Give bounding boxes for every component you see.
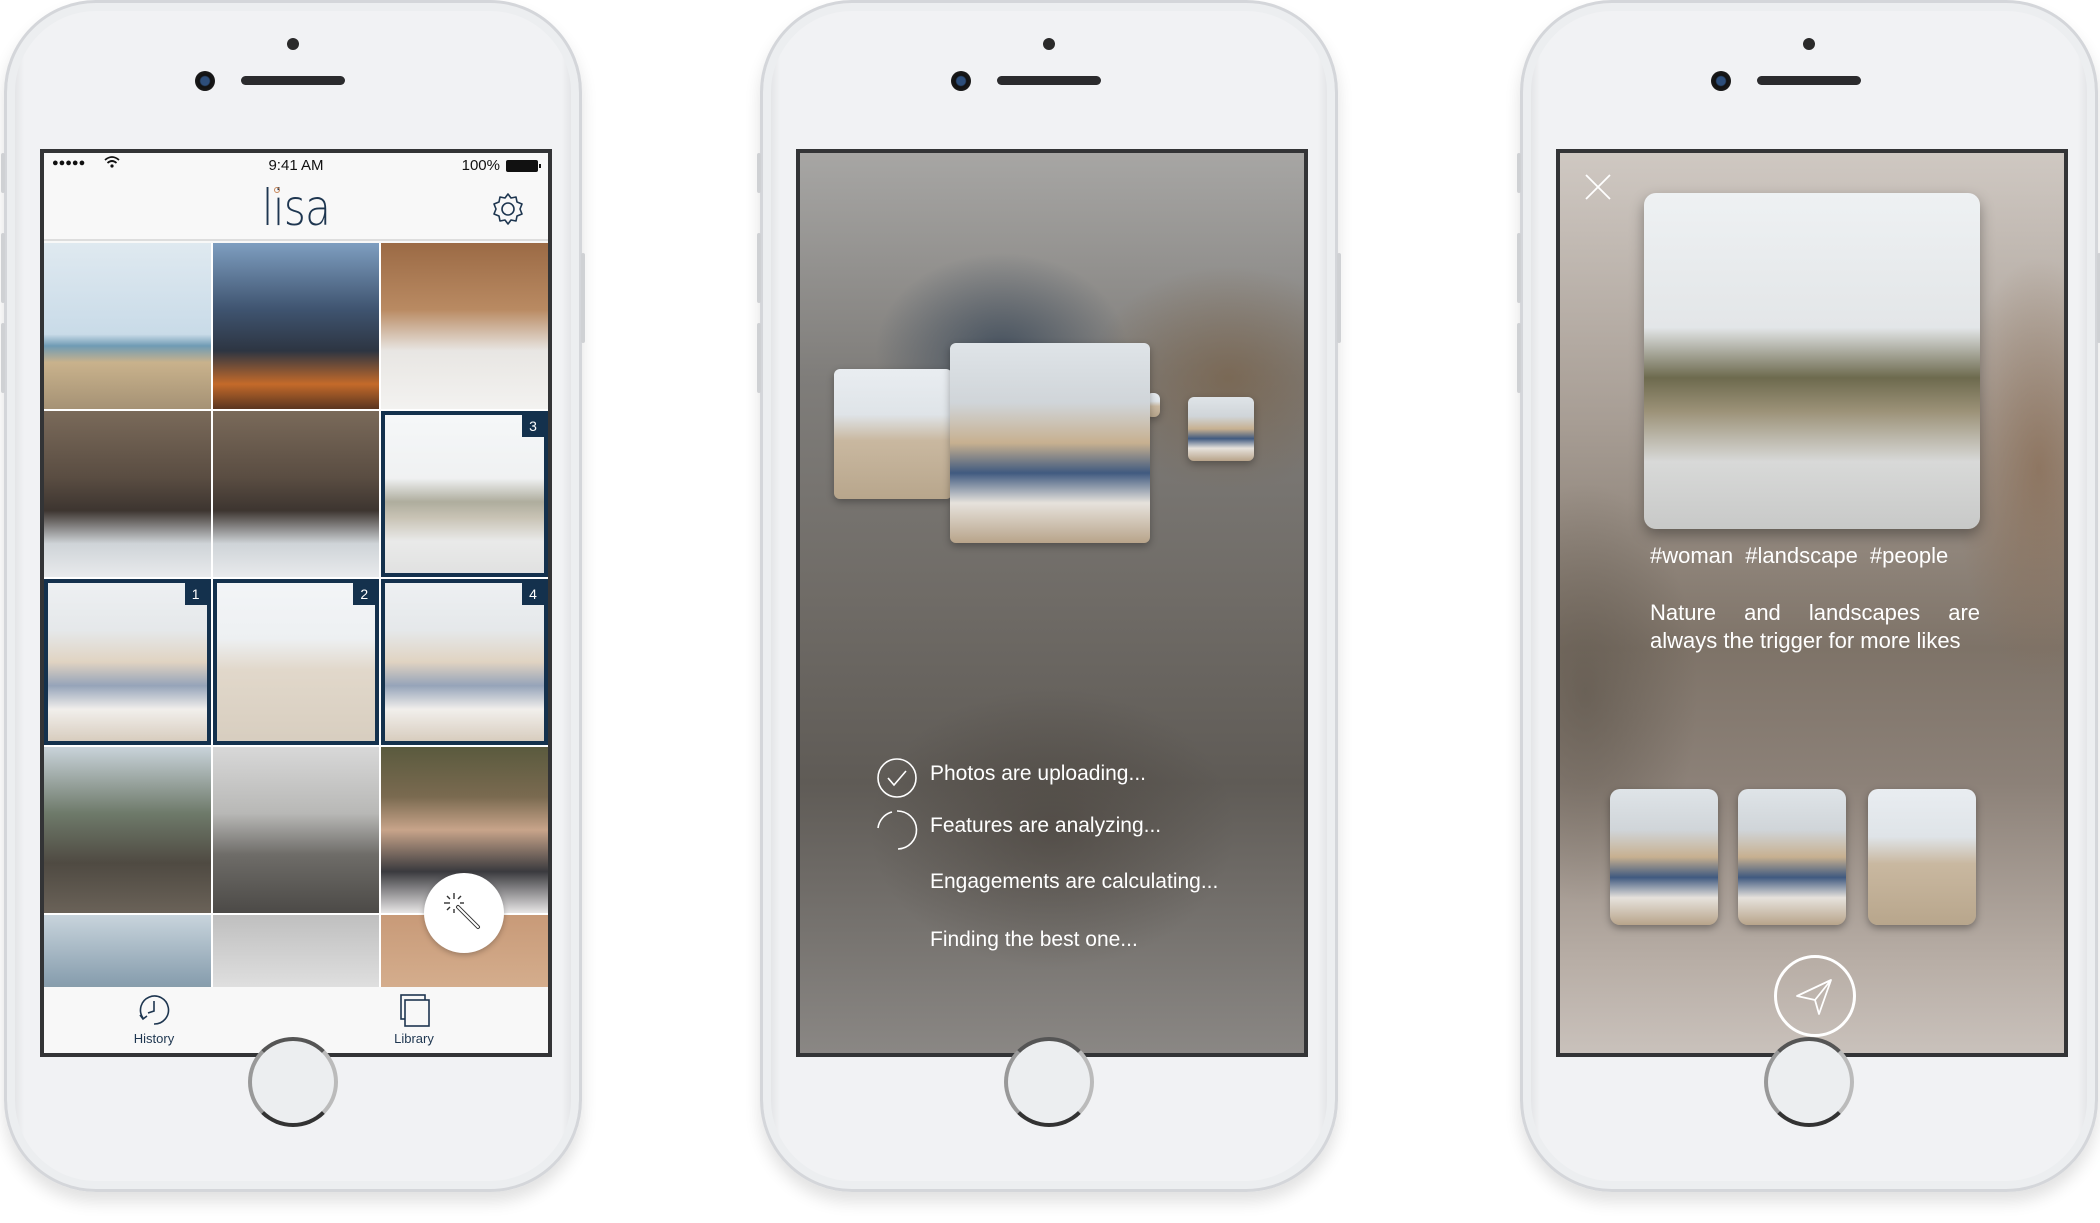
progress-step-pending: Engagements are calculating... bbox=[870, 865, 1218, 917]
selection-order-badge: 3 bbox=[522, 415, 544, 437]
power-button bbox=[1337, 253, 1341, 343]
selection-overlay bbox=[385, 583, 544, 741]
phone-analyzing-screen: Photos are uploading... Features are ana… bbox=[757, 0, 1341, 1192]
photo-cell[interactable] bbox=[44, 243, 211, 409]
close-icon[interactable] bbox=[1584, 173, 1612, 201]
battery-percentage: 100% bbox=[461, 157, 500, 174]
photo-cell-selected[interactable]: 4 bbox=[381, 579, 548, 745]
power-button bbox=[581, 253, 585, 343]
stack-photo-previous bbox=[834, 369, 952, 499]
mute-switch bbox=[757, 153, 761, 193]
selection-overlay bbox=[385, 415, 544, 573]
home-button bbox=[1764, 1037, 1854, 1127]
hashtags: #woman #landscape #people bbox=[1650, 543, 1949, 568]
progress-step-pending: Finding the best one... bbox=[870, 923, 1218, 975]
selection-overlay bbox=[48, 583, 207, 741]
earpiece-speaker bbox=[1757, 76, 1861, 85]
status-bar: ●●●●● 9:41 AM 100% bbox=[44, 153, 548, 177]
alternative-photo[interactable] bbox=[1610, 789, 1718, 925]
insight-caption: Nature and landscapes are always the tri… bbox=[1650, 600, 1980, 653]
volume-up-button bbox=[757, 233, 761, 303]
photo-thumbnail bbox=[381, 243, 548, 409]
photo-thumbnail bbox=[44, 243, 211, 409]
phone-grid-screen: ●●●●● 9:41 AM 100% lisa 3 1 2 4 History Lib… bbox=[1, 0, 585, 1192]
proximity-sensor bbox=[287, 38, 299, 50]
selection-order-badge: 1 bbox=[184, 583, 207, 605]
volume-up-button bbox=[1517, 233, 1521, 303]
magic-wand-icon bbox=[444, 893, 480, 929]
photo-cell[interactable] bbox=[212, 915, 380, 987]
front-camera bbox=[1711, 71, 1731, 91]
stack-photo-next bbox=[1188, 397, 1254, 461]
logo-accent-dot bbox=[274, 187, 280, 193]
home-button bbox=[1004, 1037, 1094, 1127]
progress-step-active: Features are analyzing... bbox=[870, 809, 1218, 861]
library-stack-icon bbox=[400, 994, 430, 1027]
best-photo[interactable] bbox=[1644, 193, 1980, 529]
tab-history-label: History bbox=[133, 1031, 175, 1046]
alternative-photo[interactable] bbox=[1868, 789, 1976, 925]
history-clock-icon bbox=[139, 995, 170, 1025]
selection-order-badge: 4 bbox=[522, 583, 544, 605]
photo-thumbnail bbox=[44, 411, 211, 577]
photo-thumbnail bbox=[212, 915, 380, 987]
loading-spinner-icon bbox=[877, 810, 918, 850]
progress-step-done: Photos are uploading... bbox=[870, 757, 1218, 809]
send-button[interactable] bbox=[1774, 955, 1856, 1037]
gear-icon[interactable] bbox=[490, 191, 526, 227]
alternative-photos bbox=[1610, 789, 2010, 925]
step-label: Finding the best one... bbox=[930, 928, 1138, 951]
battery-icon bbox=[506, 160, 541, 172]
front-camera bbox=[195, 71, 215, 91]
photo-thumbnail bbox=[212, 411, 380, 577]
phone-result-screen: #woman #landscape #people Nature and lan… bbox=[1517, 0, 2100, 1192]
volume-down-button bbox=[1, 323, 5, 393]
proximity-sensor bbox=[1803, 38, 1815, 50]
volume-down-button bbox=[1517, 323, 1521, 393]
magic-wand-button[interactable] bbox=[424, 873, 504, 953]
photo-cell-selected[interactable]: 2 bbox=[212, 579, 380, 745]
send-paper-plane-icon bbox=[1796, 979, 1832, 1015]
photo-cell-selected[interactable]: 1 bbox=[44, 579, 211, 745]
photo-thumbnail bbox=[212, 747, 380, 913]
photo-cell[interactable] bbox=[381, 243, 548, 409]
photo-cell[interactable] bbox=[212, 411, 380, 577]
photo-thumbnail bbox=[44, 747, 211, 913]
photo-thumbnail bbox=[44, 915, 211, 987]
stack-photo-current bbox=[950, 343, 1150, 543]
analyzing-screen: Photos are uploading... Features are ana… bbox=[796, 149, 1308, 1057]
photo-cell[interactable] bbox=[44, 915, 211, 987]
selection-order-badge: 2 bbox=[353, 583, 376, 605]
photo-cell-selected[interactable]: 3 bbox=[381, 411, 548, 577]
front-camera bbox=[951, 71, 971, 91]
earpiece-speaker bbox=[241, 76, 345, 85]
photo-cell[interactable] bbox=[212, 747, 380, 913]
volume-down-button bbox=[757, 323, 761, 393]
step-label: Engagements are calculating... bbox=[930, 870, 1219, 893]
step-label: Features are analyzing... bbox=[930, 814, 1162, 837]
step-label: Photos are uploading... bbox=[930, 762, 1146, 785]
app-header: lisa bbox=[44, 177, 548, 241]
proximity-sensor bbox=[1043, 38, 1055, 50]
check-circle-icon bbox=[877, 758, 917, 798]
tab-library[interactable]: Library bbox=[354, 991, 474, 1046]
volume-up-button bbox=[1, 233, 5, 303]
app-logo: lisa bbox=[261, 179, 331, 237]
mute-switch bbox=[1517, 153, 1521, 193]
photo-thumbnail bbox=[212, 243, 380, 409]
earpiece-speaker bbox=[997, 76, 1101, 85]
alternative-photo[interactable] bbox=[1738, 789, 1846, 925]
photo-cell[interactable] bbox=[44, 411, 211, 577]
selection-overlay bbox=[216, 583, 376, 741]
photo-cell[interactable] bbox=[212, 243, 380, 409]
home-button bbox=[248, 1037, 338, 1127]
result-screen: #woman #landscape #people Nature and lan… bbox=[1556, 149, 2068, 1057]
mute-switch bbox=[1, 153, 5, 193]
grid-screen: ●●●●● 9:41 AM 100% lisa 3 1 2 4 History Lib… bbox=[40, 149, 552, 1057]
photo-cell[interactable] bbox=[44, 747, 211, 913]
progress-steps: Photos are uploading... Features are ana… bbox=[870, 757, 1218, 975]
tab-library-label: Library bbox=[394, 1031, 434, 1046]
tab-history[interactable]: History bbox=[94, 991, 214, 1046]
